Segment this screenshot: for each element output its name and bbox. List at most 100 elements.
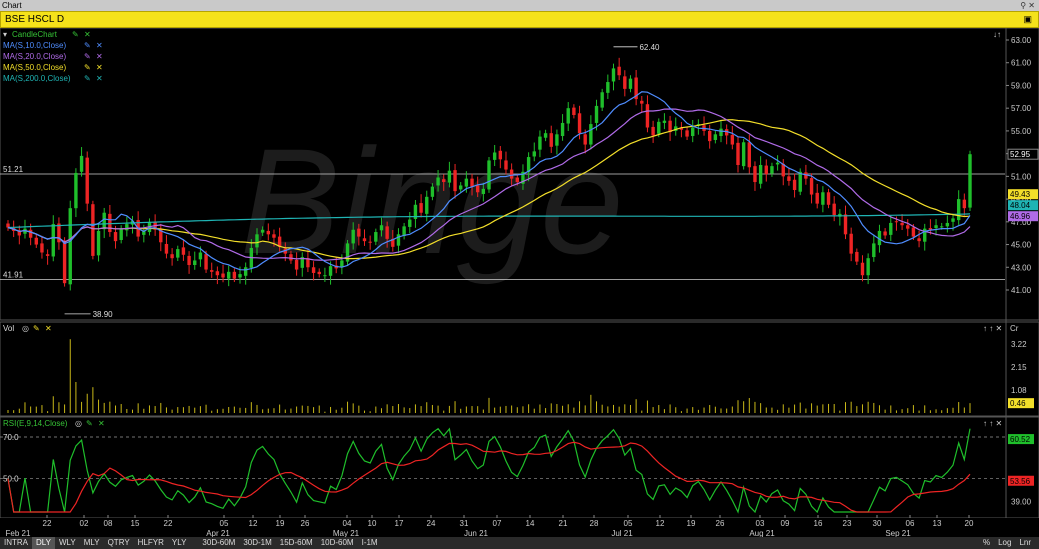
restore-icon[interactable]: ▣: [1023, 12, 1032, 27]
x-axis-label: Sep 21: [885, 529, 911, 537]
candle-body: [821, 192, 825, 205]
candle-body: [176, 249, 180, 258]
candle-body: [272, 234, 276, 238]
period-tab-mly[interactable]: MLY: [80, 537, 104, 549]
window-title: Chart: [2, 1, 22, 10]
volume-title: Vol: [3, 324, 14, 333]
chart-area[interactable]: Binge63.0061.0059.0057.0055.0053.0051.00…: [0, 28, 1039, 537]
volume-bars: [7, 339, 971, 413]
candle-body: [311, 267, 316, 273]
candle-body: [741, 142, 746, 167]
scale-option[interactable]: Log: [994, 537, 1015, 549]
candle-body: [379, 225, 384, 231]
candle-body: [532, 151, 536, 157]
period-tab-yly[interactable]: YLY: [168, 537, 191, 549]
period-tab-wly[interactable]: WLY: [55, 537, 80, 549]
period-tab-qtry[interactable]: QTRY: [104, 537, 134, 549]
candle-body: [623, 76, 627, 89]
period-tab-intra[interactable]: INTRA: [0, 537, 32, 549]
candle-body: [566, 108, 570, 124]
rsi-level-label: 50.0: [3, 475, 19, 484]
legend-edit-icon: ✎: [84, 41, 91, 50]
legend-edit-icon: ✎: [72, 30, 79, 39]
candle-body: [826, 192, 831, 205]
interval-tab[interactable]: I-1M: [358, 537, 382, 549]
x-axis-label: 22: [43, 519, 52, 528]
candle-body: [340, 260, 344, 267]
legend-label: MA(S,50.0,Close): [3, 63, 66, 72]
candle-body: [509, 169, 514, 179]
x-axis-label: Feb 21: [6, 529, 31, 537]
rsi-remove-icon: ✕: [98, 419, 105, 428]
horizontal-line-label: 41.91: [3, 271, 24, 280]
legend-edit-icon: ✎: [84, 63, 91, 72]
candle-body: [481, 188, 486, 194]
x-axis-label: 10: [368, 519, 377, 528]
window-titlebar: Chart ⚲ ✕: [0, 0, 1039, 11]
panel-arrows-icon: ↓↑: [993, 30, 1001, 39]
candle-body: [430, 186, 435, 197]
legend-edit-icon: ✎: [84, 52, 91, 61]
candle-body: [832, 203, 836, 215]
interval-tab[interactable]: 30D-1M: [239, 537, 275, 549]
candle-body: [640, 100, 644, 104]
period-tab-dly[interactable]: DLY: [32, 537, 55, 549]
candle-body: [51, 224, 55, 257]
candle-body: [736, 142, 740, 165]
low-annotation: 38.90: [93, 310, 114, 319]
chart-header: BSE HSCL D ▣: [0, 11, 1039, 28]
x-axis-area: [0, 518, 1039, 537]
candle-body: [204, 254, 208, 270]
candle-body: [628, 78, 633, 89]
candle-body: [187, 255, 191, 265]
x-axis-label: 08: [104, 519, 113, 528]
candle-body: [193, 260, 197, 265]
interval-tab[interactable]: 10D-60M: [317, 537, 358, 549]
high-annotation: 62.40: [639, 43, 660, 52]
candle-body: [181, 247, 186, 255]
candle-body: [487, 160, 491, 190]
volume-axis-label: 2.15: [1011, 363, 1027, 372]
candle-body: [860, 262, 865, 276]
candle-body: [764, 165, 768, 175]
interval-tab[interactable]: 15D-60M: [276, 537, 317, 549]
candle-body: [543, 133, 548, 138]
candle-body: [102, 212, 106, 230]
candle-body: [504, 160, 508, 170]
x-axis-label: 26: [301, 519, 310, 528]
candle-body: [255, 234, 259, 248]
candle-body: [685, 130, 689, 137]
candle-body: [600, 92, 604, 108]
candle-body: [164, 243, 169, 254]
candle-body: [911, 227, 916, 237]
candle-body: [108, 213, 112, 233]
price-axis-label: 57.00: [1011, 104, 1032, 113]
candle-body: [583, 134, 587, 145]
candle-body: [662, 120, 667, 123]
x-axis-label: 23: [843, 519, 852, 528]
period-tabs: INTRA DLY WLY MLY QTRY HLFYR YLY 30D-60M 30D-1M 1…: [0, 537, 1039, 549]
candle-body: [713, 134, 718, 140]
x-axis-label: 12: [656, 519, 665, 528]
scale-option[interactable]: %: [979, 537, 994, 549]
x-axis-label: 22: [164, 519, 173, 528]
candle-body: [691, 127, 695, 137]
volume-unit: Cr: [1010, 324, 1019, 333]
x-axis-label: 02: [80, 519, 89, 528]
interval-tab[interactable]: 30D-60M: [198, 537, 239, 549]
x-axis-label: Jun 21: [464, 529, 489, 537]
price-tag-label: 52.95: [1010, 150, 1031, 159]
chart-title: BSE HSCL D: [5, 14, 65, 25]
volume-edit-icon: ✎: [33, 324, 40, 333]
window-controls[interactable]: ⚲ ✕: [1020, 0, 1035, 11]
candle-body: [792, 179, 797, 190]
period-tab-hlfyr[interactable]: HLFYR: [134, 537, 168, 549]
candle-body: [453, 170, 457, 192]
x-axis-label: Aug 21: [749, 529, 775, 537]
rsi-level-label: 70.0: [3, 433, 19, 442]
x-axis-label: 30: [873, 519, 882, 528]
candle-body: [962, 199, 967, 209]
rsi-edit-icon: ✎: [86, 419, 93, 428]
candle-body: [232, 271, 237, 279]
scale-option[interactable]: Lnr: [1015, 537, 1035, 549]
